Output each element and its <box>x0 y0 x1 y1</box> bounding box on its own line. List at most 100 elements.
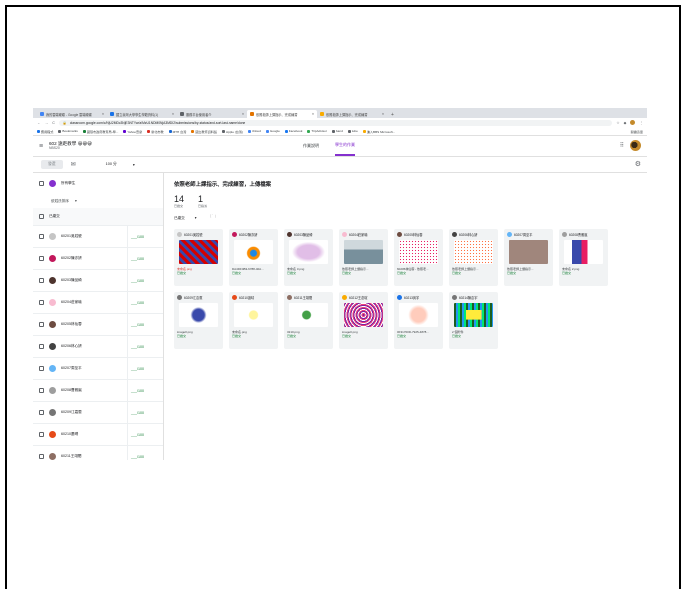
menu-icon[interactable]: ≡ <box>39 143 49 150</box>
grade-input[interactable]: ___/100 <box>127 336 163 357</box>
submission-card[interactable]: 60202陳亦妍 DA4DF4B3-6788-40A... 已繳交 <box>229 229 278 286</box>
sort-select[interactable]: 依姓氏排序 ▾ <box>33 194 163 208</box>
student-row[interactable]: 60205林仙蓉 ___/100 <box>33 314 163 336</box>
status-filter-select[interactable]: 已繳交 ▾ <box>174 216 197 221</box>
submission-card[interactable]: 60213黃宇 0F31700D-7925-4878... 已繳交 <box>394 292 443 349</box>
bookmark-item[interactable]: TripAdvisor <box>307 129 327 133</box>
close-icon[interactable]: × <box>242 112 244 116</box>
grade-input[interactable]: ___/100 <box>127 380 163 401</box>
student-checkbox[interactable] <box>39 388 44 393</box>
student-row[interactable]: 60206林心妍 ___/100 <box>33 336 163 358</box>
grade-input[interactable]: ___/100 <box>127 314 163 335</box>
submission-card[interactable]: 60203陳品綺 未命名 3.png 已繳交 <box>284 229 333 286</box>
attachment-thumbnail[interactable] <box>289 303 328 327</box>
mail-icon[interactable]: ✉ <box>71 161 76 168</box>
submitted-stat[interactable]: 14 已繳交 <box>174 194 184 208</box>
browser-tab[interactable]: 依照老師上課指示、完成練習 × <box>317 110 387 118</box>
grade-input[interactable]: ___/100 <box>127 226 163 247</box>
submission-card[interactable]: 60214陳嘉宇 2 個附件 已繳交 <box>449 292 498 349</box>
grade-input[interactable]: ___/100 <box>127 424 163 445</box>
bookmark-item[interactable]: 新北市教 <box>147 129 164 134</box>
classroom-tab[interactable]: 作業說明 <box>303 136 319 156</box>
student-checkbox[interactable] <box>39 454 44 459</box>
bookmark-item[interactable]: tube <box>347 129 358 133</box>
submission-card[interactable]: 60210蕭晴 未命名.png 已繳交 <box>229 292 278 349</box>
bookmark-item[interactable]: Yahoo奇摩 <box>123 129 142 134</box>
folder-icon[interactable]: 🗀 <box>211 214 216 222</box>
submission-card[interactable]: 60205林仙蓉 60205林仙蓉 - 依照老... 已繳交 <box>394 229 443 286</box>
section-checkbox[interactable] <box>39 214 44 219</box>
close-icon[interactable]: × <box>172 112 174 116</box>
student-row[interactable]: 60201吳姓號 ___/100 <box>33 226 163 248</box>
browser-tab[interactable]: 服務平台使用者介 × <box>177 110 247 118</box>
more-icon[interactable]: ⋮ <box>639 121 643 125</box>
student-checkbox[interactable] <box>39 344 44 349</box>
submission-card[interactable]: 60201吳姓號 未命名.png 已繳交 <box>174 229 223 286</box>
assigned-stat[interactable]: 1 已指派 <box>198 194 207 208</box>
url-input[interactable]: 🔒 classroom.google.com/c/NjU2MDc3NjE3NTY… <box>58 119 613 126</box>
select-all-checkbox[interactable] <box>39 181 44 186</box>
submission-card[interactable]: 60212王念瑄 image0.png 已繳交 <box>339 292 388 349</box>
student-checkbox[interactable] <box>39 278 44 283</box>
bookmark-item[interactable]: Google <box>265 129 280 133</box>
student-checkbox[interactable] <box>39 432 44 437</box>
close-icon[interactable]: × <box>102 112 104 116</box>
attachment-thumbnail[interactable] <box>234 240 273 264</box>
bookmark-item[interactable]: 國立教育資料館 <box>191 129 217 134</box>
new-tab-button[interactable]: + <box>387 112 398 118</box>
bookmark-item[interactable]: 應用程式 <box>37 129 53 134</box>
browser-tab[interactable]: 國立臺灣大學學生學籍資料(1) × <box>107 110 177 118</box>
bookmark-item[interactable]: Facebook <box>284 129 302 133</box>
student-row[interactable]: 60211王翊閎 ___/100 <box>33 446 163 460</box>
attachment-thumbnail[interactable] <box>234 303 273 327</box>
bookmark-item[interactable]: Bookmarks <box>58 129 78 133</box>
student-checkbox[interactable] <box>39 234 44 239</box>
attachment-thumbnail[interactable] <box>289 240 328 264</box>
grade-input[interactable]: ___/100 <box>127 358 163 379</box>
attachment-thumbnail[interactable] <box>344 303 383 327</box>
close-icon[interactable]: × <box>312 112 314 116</box>
student-row[interactable]: 60210蕭晴 ___/100 <box>33 424 163 446</box>
reload-icon[interactable]: C <box>52 121 55 125</box>
profile-icon[interactable] <box>630 120 636 125</box>
attachment-thumbnail[interactable] <box>399 303 438 327</box>
bookmark-item[interactable]: iCloud <box>248 129 261 133</box>
account-avatar[interactable] <box>630 140 641 151</box>
student-checkbox[interactable] <box>39 366 44 371</box>
all-students-row[interactable]: 所有學生 <box>33 173 163 194</box>
grade-input[interactable]: ___/100 <box>127 248 163 269</box>
points-select[interactable]: 100 分 ▾ <box>106 162 135 167</box>
browser-tab[interactable]: 依照老師上課指示、完成練習 × <box>247 110 317 118</box>
back-icon[interactable]: ← <box>37 121 41 125</box>
grade-input[interactable]: ___/100 <box>127 446 163 460</box>
bookmark-item[interactable]: band <box>331 129 343 133</box>
close-icon[interactable]: × <box>382 112 384 116</box>
forward-icon[interactable]: → <box>45 121 49 125</box>
attachment-thumbnail[interactable] <box>509 240 548 264</box>
grade-input[interactable]: ___/100 <box>127 270 163 291</box>
attachment-thumbnail[interactable] <box>179 303 218 327</box>
classroom-tab[interactable]: 學生的作業 <box>335 136 355 156</box>
extension-icon[interactable]: ◆ <box>624 121 627 125</box>
student-row[interactable]: 60209江嘉蕙 ___/100 <box>33 402 163 424</box>
student-checkbox[interactable] <box>39 322 44 327</box>
student-checkbox[interactable] <box>39 300 44 305</box>
student-row[interactable]: 60204莊家瑜 ___/100 <box>33 292 163 314</box>
student-checkbox[interactable] <box>39 256 44 261</box>
submission-card[interactable]: 60207周至平 依照老師上課指示... 已繳交 <box>504 229 553 286</box>
bookmark-item[interactable]: MTH 台灣 <box>168 129 186 134</box>
bookmark-item[interactable]: 國環市政府教育局-學... <box>82 129 118 134</box>
attachment-thumbnail[interactable] <box>179 240 218 264</box>
submission-card[interactable]: 60209江嘉蕙 image0.png 已繳交 <box>174 292 223 349</box>
grade-input[interactable]: ___/100 <box>127 402 163 423</box>
student-row[interactable]: 60202陳亦妍 ___/100 <box>33 248 163 270</box>
grade-input[interactable]: ___/100 <box>127 292 163 313</box>
student-checkbox[interactable] <box>39 410 44 415</box>
return-button[interactable]: 發還 <box>41 160 63 169</box>
browser-tab[interactable]: 我的雲端硬碟 - Google 雲端硬碟 × <box>37 110 107 118</box>
student-row[interactable]: 60208曹雅嵐 ___/100 <box>33 380 163 402</box>
star-icon[interactable]: ☆ <box>616 121 619 125</box>
submission-card[interactable]: 60211王翊閎 3210.png 已繳交 <box>284 292 333 349</box>
attachment-thumbnail[interactable] <box>344 240 383 264</box>
student-row[interactable]: 60203陳品綺 ___/100 <box>33 270 163 292</box>
